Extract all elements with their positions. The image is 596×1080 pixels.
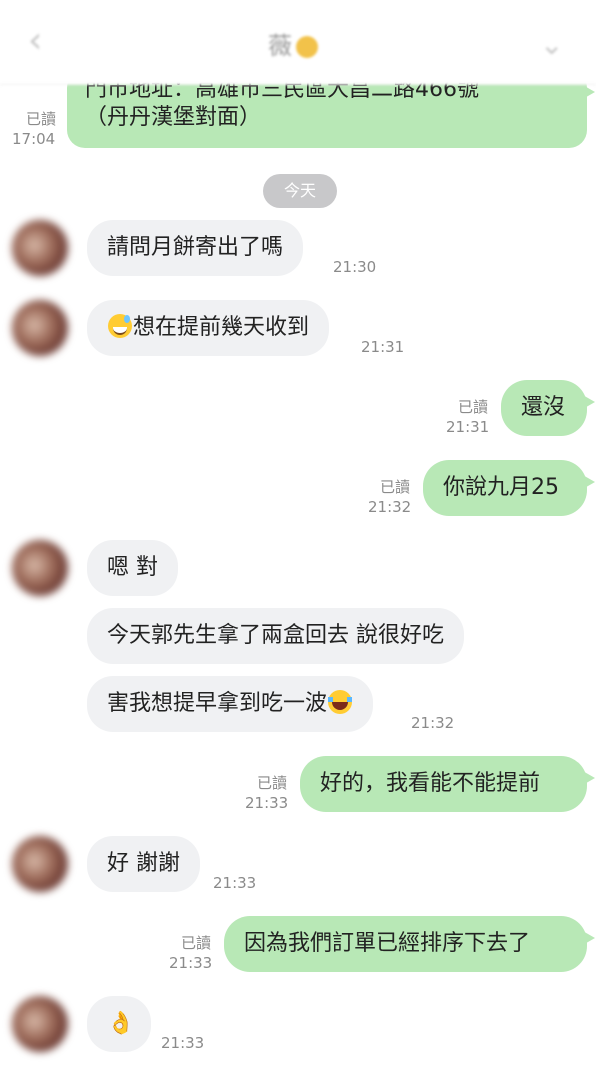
avatar[interactable] <box>12 220 68 276</box>
sweat-smile-emoji-icon <box>108 314 132 338</box>
message-text: 想在提前幾天收到 <box>133 315 310 340</box>
message-bubble-in[interactable]: 👌 <box>87 996 151 1052</box>
message-time: 21:32 <box>411 714 455 732</box>
message-bubble-out[interactable]: 好的，我看能不能提前 <box>300 756 595 812</box>
chat-title: 薇 <box>268 26 318 61</box>
message-bubble-in[interactable]: 今天郭先生拿了兩盒回去 說很好吃 <box>87 608 464 664</box>
contact-name: 薇 <box>268 32 292 60</box>
message-time: 21:33 <box>169 954 213 972</box>
read-receipt: 已讀 <box>256 774 287 792</box>
avatar[interactable] <box>12 540 68 596</box>
message-time: 21:32 <box>368 498 412 516</box>
message-time: 21:30 <box>333 258 377 276</box>
date-separator: 今天 <box>263 174 337 208</box>
chevron-down-icon[interactable]: ⌄ <box>540 28 563 61</box>
read-receipt: 已讀 <box>180 934 211 952</box>
message-text: 因為我們訂單已經排序下去了 <box>244 931 531 956</box>
message-text: 今天郭先生拿了兩盒回去 說很好吃 <box>107 623 444 648</box>
avatar[interactable] <box>12 996 68 1052</box>
message-text: 請問月餅寄出了嗎 <box>107 235 284 260</box>
message-bubble-in[interactable]: 害我想提早拿到吃一波 <box>87 676 374 732</box>
message-text: 好的，我看能不能提前 <box>320 771 541 796</box>
message-text: 嗯 對 <box>107 555 158 580</box>
message-time: 21:31 <box>361 338 405 356</box>
message-bubble-out[interactable]: 你說九月25 <box>423 460 595 516</box>
message-time: 21:33 <box>161 1034 205 1052</box>
message-text: 還沒 <box>521 395 566 420</box>
ok-hand-emoji-icon: 👌 <box>107 1011 135 1036</box>
message-text: 你說九月25 <box>443 475 559 500</box>
message-bubble-in[interactable]: 請問月餅寄出了嗎 <box>87 220 304 276</box>
message-time: 17:04 <box>12 130 56 148</box>
message-text-line2: （丹丹漢堡對面） <box>85 105 262 130</box>
avatar[interactable] <box>12 836 68 892</box>
message-bubble-out[interactable]: 還沒 <box>501 380 595 436</box>
message-bubble-in[interactable]: 想在提前幾天收到 <box>87 300 330 356</box>
back-chevron-icon[interactable]: ‹ <box>28 20 42 61</box>
chat-header: ‹ 薇 ⌄ <box>0 0 596 85</box>
tears-of-joy-emoji-icon <box>328 690 353 714</box>
read-receipt: 已讀 <box>457 398 488 416</box>
message-time: 21:33 <box>213 874 257 892</box>
message-text: 害我想提早拿到吃一波 <box>107 691 328 716</box>
message-time: 21:33 <box>245 794 289 812</box>
avatar[interactable] <box>12 300 68 356</box>
emoji-face-icon <box>296 36 318 58</box>
read-receipt: 已讀 <box>25 110 56 128</box>
message-time: 21:31 <box>446 418 490 436</box>
message-bubble-out[interactable]: 因為我們訂單已經排序下去了 <box>224 916 595 972</box>
message-text: 好 謝謝 <box>107 851 180 876</box>
read-receipt: 已讀 <box>379 478 410 496</box>
message-bubble-in[interactable]: 嗯 對 <box>87 540 178 596</box>
message-bubble-in[interactable]: 好 謝謝 <box>87 836 200 892</box>
